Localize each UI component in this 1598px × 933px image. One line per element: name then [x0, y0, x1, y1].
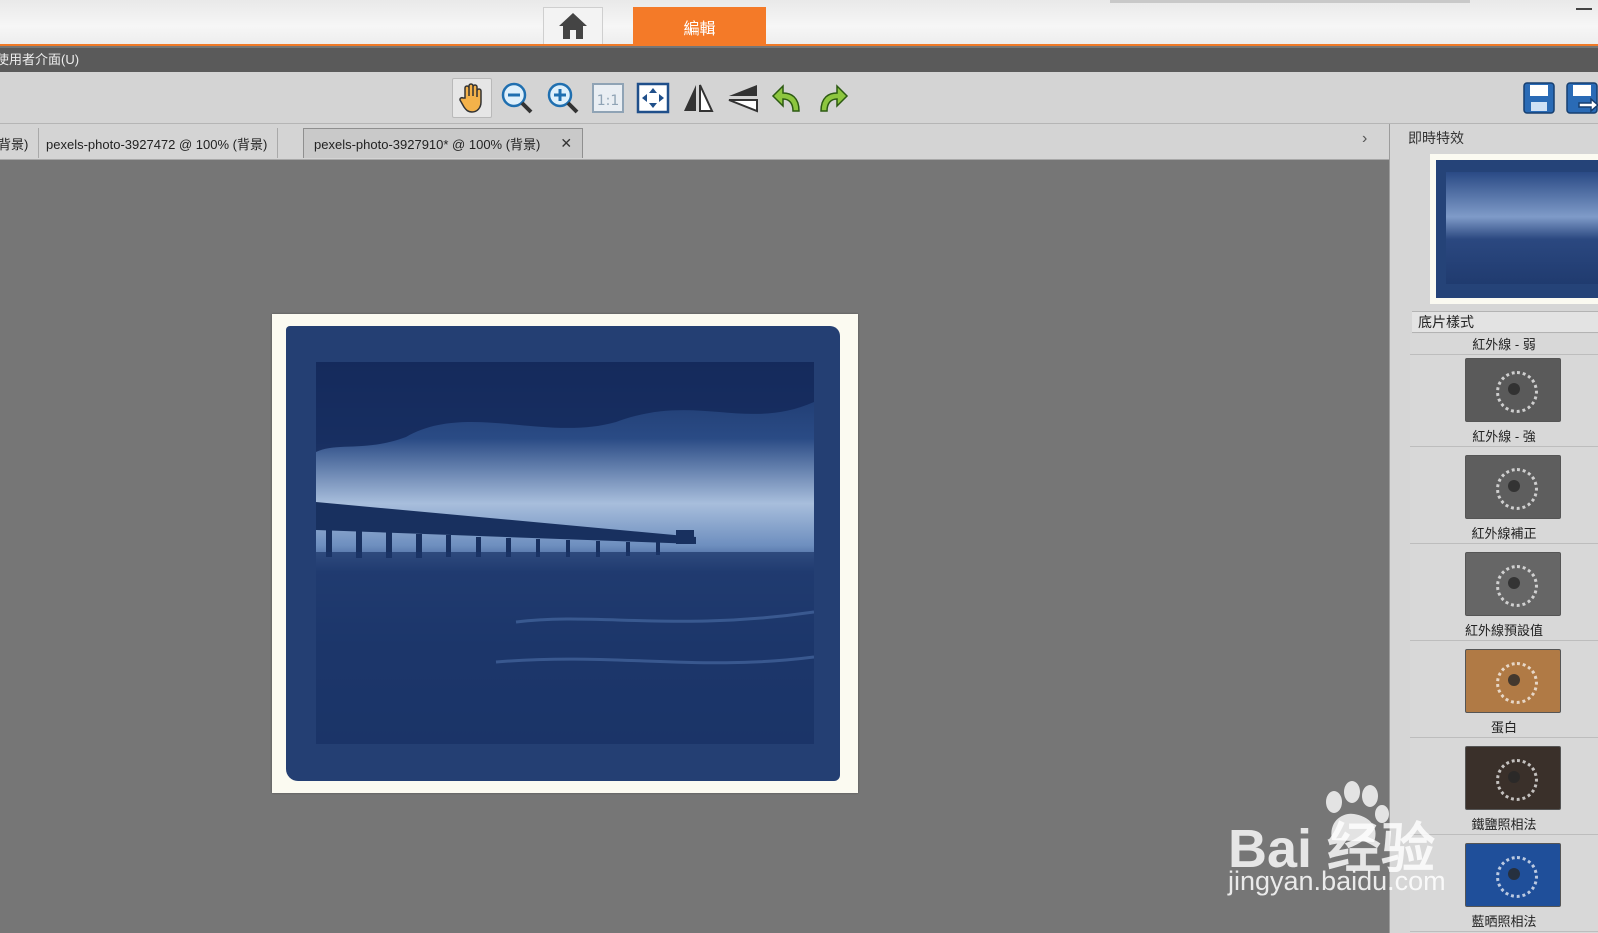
- tab-document-1[interactable]: 背景): [0, 128, 40, 158]
- panel-title: 即時特效: [1408, 130, 1464, 146]
- minimize-icon[interactable]: [1576, 8, 1592, 10]
- flip-vertical-icon: [728, 85, 758, 113]
- edit-tab[interactable]: 編輯: [633, 7, 766, 46]
- zoom-out-button[interactable]: [497, 78, 537, 118]
- effect-thumbnail: [1465, 552, 1561, 616]
- effect-thumbnail: [1465, 649, 1561, 713]
- section-header[interactable]: 底片樣式: [1412, 311, 1598, 333]
- rotate-right-button[interactable]: [812, 78, 852, 118]
- tab-label: pexels-photo-3927910* @ 100% (背景): [314, 137, 541, 152]
- top-scrollbar[interactable]: [1110, 0, 1470, 3]
- effect-label: 藍晒照相法: [1471, 914, 1537, 929]
- rotate-right-icon: [820, 84, 849, 112]
- effect-label: 鐵鹽照相法: [1471, 817, 1537, 832]
- rotate-left-button[interactable]: [768, 78, 808, 118]
- home-button[interactable]: [543, 7, 603, 44]
- hand-tool-button[interactable]: [452, 78, 492, 118]
- pier-scene: [316, 362, 814, 744]
- effect-item[interactable]: 紅外線預設值: [1410, 544, 1598, 641]
- effect-label: 紅外線補正: [1471, 526, 1537, 541]
- actual-size-button[interactable]: 1:1: [588, 78, 628, 118]
- zoom-in-button[interactable]: [543, 78, 583, 118]
- tab-label: pexels-photo-3927472 @ 100% (背景): [46, 136, 268, 152]
- effect-label: 紅外線 - 強: [1472, 429, 1536, 444]
- effects-list[interactable]: 紅外線 - 弱 紅外線 - 強 紅外線補正 紅外線預設值 蛋白 鐵鹽照相法 藍晒…: [1410, 334, 1598, 933]
- actual-size-icon: 1:1: [592, 83, 624, 113]
- zoom-out-icon: [501, 82, 533, 114]
- menu-item-ui[interactable]: 使用者介面(U): [0, 48, 79, 72]
- hand-icon: [459, 83, 482, 113]
- effect-label: 紅外線預設值: [1464, 623, 1543, 638]
- photo-content: [316, 362, 814, 744]
- preview-frame: [1436, 160, 1598, 298]
- preview-image: [1446, 172, 1598, 284]
- rotate-left-icon: [771, 84, 800, 112]
- save-icon: [1523, 82, 1555, 114]
- flip-horizontal-icon: [684, 84, 714, 112]
- effect-item[interactable]: 蛋白: [1410, 641, 1598, 738]
- effect-thumbnail: [1465, 358, 1561, 422]
- save-as-icon: [1566, 82, 1598, 114]
- tab-document-3[interactable]: pexels-photo-3927910* @ 100% (背景) ✕: [303, 128, 584, 158]
- effect-label: 蛋白: [1490, 720, 1517, 735]
- effect-preview: [1430, 154, 1598, 304]
- effect-item[interactable]: 藍晒照相法: [1410, 835, 1598, 932]
- fit-screen-button[interactable]: [633, 78, 673, 118]
- top-bar: [0, 0, 1598, 46]
- effect-item[interactable]: 鐵鹽照相法: [1410, 738, 1598, 835]
- chevron-right-icon[interactable]: ›: [1362, 130, 1367, 148]
- document-tab-bar: 背景) pexels-photo-3927472 @ 100% (背景) pex…: [0, 124, 1389, 160]
- home-icon: [559, 13, 587, 39]
- effect-thumbnail: [1465, 455, 1561, 519]
- tab-document-2[interactable]: pexels-photo-3927472 @ 100% (背景): [36, 128, 279, 158]
- photo-canvas-image[interactable]: [272, 314, 858, 793]
- save-as-button[interactable]: [1562, 78, 1598, 118]
- toolbar: 1:1: [0, 72, 1598, 124]
- effect-item[interactable]: 紅外線 - 強: [1410, 350, 1598, 447]
- flip-horizontal-button[interactable]: [678, 78, 718, 118]
- save-button[interactable]: [1519, 78, 1559, 118]
- flip-vertical-button[interactable]: [723, 78, 763, 118]
- tab-label: 背景): [0, 136, 29, 152]
- effect-thumbnail: [1465, 843, 1561, 907]
- svg-text:1:1: 1:1: [597, 93, 620, 109]
- zoom-in-icon: [547, 82, 579, 114]
- fit-screen-icon: [636, 82, 670, 114]
- effect-thumbnail: [1465, 746, 1561, 810]
- close-icon[interactable]: ✕: [560, 135, 572, 152]
- effect-item[interactable]: 紅外線補正: [1410, 447, 1598, 544]
- menu-bar: 使用者介面(U): [0, 48, 1598, 72]
